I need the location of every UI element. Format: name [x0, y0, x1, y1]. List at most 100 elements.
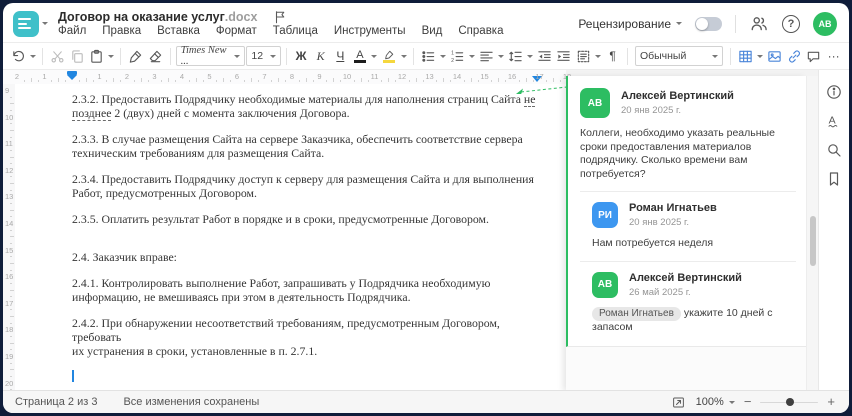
insert-table-button[interactable]: [736, 46, 755, 66]
bullet-list-button[interactable]: [419, 46, 438, 66]
help-icon[interactable]: ?: [782, 14, 800, 33]
ruler-mark: 19: [5, 352, 14, 361]
format-painter-button[interactable]: [126, 46, 145, 66]
menu-item-file[interactable]: Файл: [58, 25, 86, 38]
page-indicator[interactable]: Страница 2 из 3: [15, 396, 97, 408]
chevron-down-icon: [595, 54, 602, 61]
comment-anchor-text[interactable]: не: [523, 92, 536, 107]
menu-item-edit[interactable]: Правка: [102, 25, 141, 38]
ruler-mark: [10, 322, 12, 324]
numbered-list-dropdown[interactable]: [467, 46, 475, 66]
clear-formatting-button[interactable]: [146, 46, 165, 66]
numbered-list-button[interactable]: 12: [448, 46, 467, 66]
italic-button[interactable]: К: [311, 46, 330, 66]
copy-button[interactable]: [68, 46, 87, 66]
h-ruler[interactable]: 21123456789101112131415161718: [3, 70, 571, 85]
line-spacing-button[interactable]: [506, 46, 525, 66]
chevron-down-icon: [29, 54, 36, 61]
scrollbar-thumb[interactable]: [810, 216, 816, 266]
paragraph-text: 2.3.2. Предоставить Подрядчику необходим…: [72, 92, 524, 106]
ruler-mark: [106, 80, 108, 82]
comment-author: Алексей Вертинский: [629, 271, 742, 284]
add-comment-button[interactable]: [805, 46, 824, 66]
zoom-select[interactable]: 100%: [696, 396, 735, 408]
paragraph: 2.4. Заказчик вправе:: [72, 250, 546, 264]
menu-item-tools[interactable]: Инструменты: [334, 25, 406, 38]
font-color-dropdown[interactable]: [370, 46, 378, 66]
review-mode-button[interactable]: Рецензирование: [578, 17, 682, 31]
undo-dropdown[interactable]: [29, 46, 37, 66]
menu-item-view[interactable]: Вид: [422, 25, 443, 38]
highlight-button[interactable]: [380, 46, 399, 66]
ruler-mark: [10, 342, 14, 344]
increase-indent-button[interactable]: [555, 46, 574, 66]
cut-button[interactable]: [48, 46, 67, 66]
scrollbar[interactable]: [806, 76, 818, 390]
ruler-mark: 10: [5, 112, 14, 122]
comment-thread[interactable]: АВ Алексей Вертинский 20 янв 2025 г. Кол…: [566, 76, 806, 347]
chevron-down-icon: [400, 54, 407, 61]
align-button[interactable]: [477, 46, 496, 66]
align-dropdown[interactable]: [496, 46, 504, 66]
comment-anchor-text[interactable]: позднее: [72, 106, 112, 121]
line-spacing-dropdown[interactable]: [526, 46, 534, 66]
menu-item-table[interactable]: Таблица: [273, 25, 318, 38]
comment-reply[interactable]: РИ Роман Игнатьев 20 янв 2025 г. Нам пот…: [592, 202, 796, 251]
app-logo[interactable]: [13, 10, 39, 37]
paste-dropdown[interactable]: [107, 46, 115, 66]
ruler-mark: [216, 80, 218, 82]
flag-icon[interactable]: [273, 10, 287, 24]
font-size-value: 12: [251, 50, 264, 62]
highlight-dropdown[interactable]: [399, 46, 407, 66]
paragraph-text: 2.3.3. В случае размещения Сайта на серв…: [72, 132, 523, 146]
paragraph: 2.3.3. В случае размещения Сайта на серв…: [72, 132, 546, 160]
undo-button[interactable]: [9, 46, 28, 66]
fit-page-button[interactable]: [671, 394, 687, 410]
v-ruler[interactable]: 9 10 11 12 13 14 15 16 17 18 19 20: [3, 84, 15, 390]
font-size-select[interactable]: 12: [246, 46, 281, 66]
zoom-slider[interactable]: [760, 397, 819, 407]
document-page[interactable]: 2.3.2. Предоставить Подрядчику необходим…: [15, 84, 566, 390]
menu-item-format[interactable]: Формат: [216, 25, 257, 38]
decrease-indent-button[interactable]: [535, 46, 554, 66]
menu-item-help[interactable]: Справка: [458, 25, 503, 38]
spellcheck-icon[interactable]: А: [825, 112, 843, 130]
content-area: 21123456789101112131415161718 9101112131…: [3, 70, 849, 390]
underline-button[interactable]: Ч: [331, 46, 350, 66]
zoom-out-button[interactable]: −: [744, 395, 752, 408]
ruler-mark: 7: [262, 72, 267, 81]
ruler-mark: [10, 362, 12, 364]
font-color-button[interactable]: А: [351, 46, 370, 66]
bookmark-icon[interactable]: [825, 170, 843, 188]
paragraph-style-select[interactable]: Обычный: [634, 46, 724, 66]
menu-item-insert[interactable]: Вставка: [157, 25, 200, 38]
zoom-in-button[interactable]: +: [827, 395, 835, 408]
insert-image-button[interactable]: [765, 46, 784, 66]
paste-button[interactable]: [87, 46, 106, 66]
user-avatar[interactable]: АВ: [813, 11, 837, 36]
bold-button[interactable]: Ж: [292, 46, 311, 66]
chevron-down-icon[interactable]: [42, 22, 48, 28]
show-paragraph-marks-button[interactable]: ¶: [603, 46, 622, 66]
paragraph-text: их устранения в сроки, установленные в п…: [72, 344, 318, 358]
comment[interactable]: АВ Алексей Вертинский 20 янв 2025 г. Кол…: [580, 88, 796, 181]
search-icon[interactable]: [825, 141, 843, 159]
ruler-mark: [491, 80, 493, 82]
paragraph-settings-button[interactable]: [574, 46, 593, 66]
paragraph-settings-dropdown[interactable]: [594, 46, 602, 66]
mention-chip[interactable]: Роман Игнатьев: [592, 306, 681, 321]
review-toggle[interactable]: [695, 16, 722, 31]
slider-handle[interactable]: [786, 398, 795, 406]
insert-table-dropdown[interactable]: [756, 46, 764, 66]
insert-link-button[interactable]: [785, 46, 804, 66]
ruler-mark: [367, 80, 369, 82]
info-icon[interactable]: [825, 83, 843, 101]
ruler-mark: [518, 80, 520, 82]
more-tools-button[interactable]: ···: [824, 46, 843, 66]
ruler-mark: [10, 103, 14, 105]
font-name-select[interactable]: Times New ...: [175, 45, 246, 67]
paragraph: 2.3.5. Оплатить результат Работ в порядк…: [72, 212, 546, 226]
collaboration-users-icon[interactable]: [749, 15, 769, 33]
bullet-list-dropdown[interactable]: [438, 46, 446, 66]
comment-reply[interactable]: АВ Алексей Вертинский 26 май 2025 г. Ром…: [592, 271, 796, 335]
